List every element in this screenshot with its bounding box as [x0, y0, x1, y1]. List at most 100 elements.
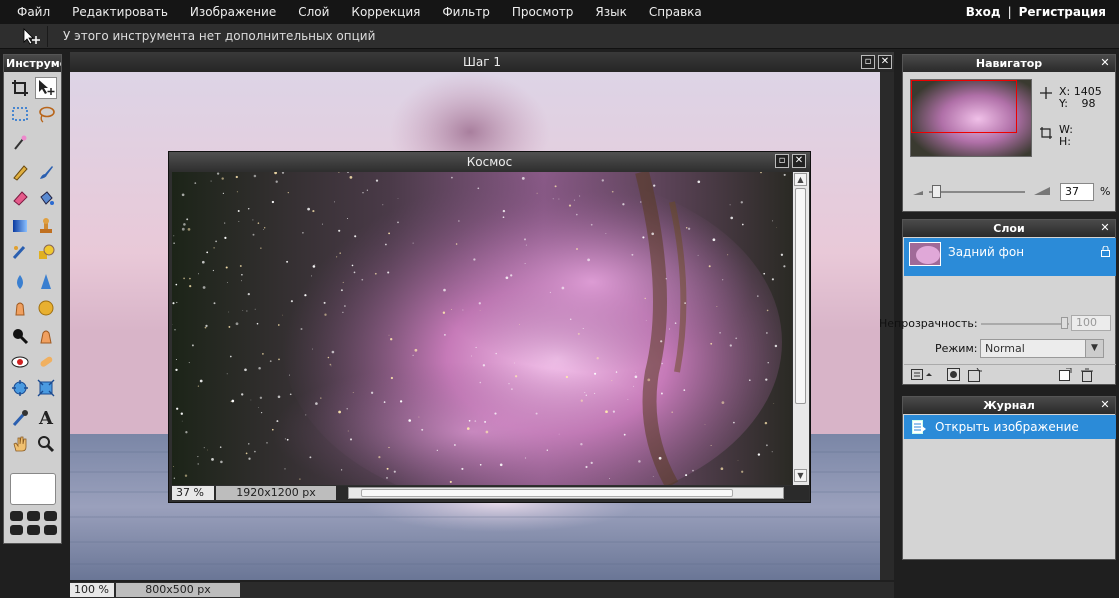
login-link[interactable]: Вход [966, 5, 1001, 19]
scroll-thumb[interactable] [795, 188, 806, 404]
y-value: 98 [1081, 97, 1096, 110]
lasso-tool-icon[interactable] [35, 103, 57, 125]
burn-tool-icon[interactable] [35, 325, 57, 347]
inner-size: 1920x1200 px [216, 486, 336, 500]
register-link[interactable]: Регистрация [1019, 5, 1106, 19]
inner-horizontal-scrollbar[interactable] [348, 487, 784, 499]
close-icon[interactable]: ✕ [792, 154, 806, 168]
palette-pad[interactable] [27, 525, 40, 535]
palette-pad[interactable] [44, 511, 57, 521]
layer-mask-icon[interactable] [947, 368, 961, 382]
menu-view[interactable]: Просмотр [501, 0, 585, 24]
tools-panel: Инструменты A [3, 54, 62, 544]
menu-adjustment[interactable]: Коррекция [340, 0, 431, 24]
maximize-icon[interactable]: ▫ [861, 55, 875, 69]
sharpen-tool-icon[interactable] [35, 271, 57, 293]
close-icon[interactable]: ✕ [1099, 399, 1111, 411]
layer-row[interactable]: Задний фон [904, 238, 1116, 276]
document-title: Шаг 1 [463, 55, 501, 69]
document-zoom[interactable]: 100 % [70, 583, 114, 597]
blur-tool-icon[interactable] [9, 271, 31, 293]
scroll-down-icon[interactable]: ▼ [794, 469, 807, 482]
zoom-tool-icon[interactable] [35, 433, 57, 455]
dodge-tool-icon[interactable] [9, 325, 31, 347]
color-swatch[interactable] [10, 473, 56, 505]
delete-layer-icon[interactable] [1080, 368, 1094, 382]
sponge-tool-icon[interactable] [35, 297, 57, 319]
horizontal-scroll-thumb[interactable] [361, 489, 733, 497]
menu-image[interactable]: Изображение [179, 0, 287, 24]
zoom-track[interactable] [929, 191, 1025, 193]
menu-layer[interactable]: Слой [287, 0, 340, 24]
move-tool-icon[interactable] [35, 77, 57, 99]
document-zoom-unit: % [98, 583, 109, 596]
color-replace-tool-icon[interactable] [9, 241, 31, 263]
scroll-up-icon[interactable]: ▲ [794, 173, 807, 186]
space-canvas[interactable] [172, 172, 792, 485]
layer-style-icon[interactable] [968, 368, 982, 382]
opacity-label: Непрозрачность: [879, 317, 978, 330]
type-tool-icon[interactable]: A [35, 407, 57, 429]
opacity-input[interactable]: 100 [1071, 315, 1111, 331]
options-bar: У этого инструмента нет дополнительных о… [0, 24, 1119, 49]
navigator-view-rect[interactable] [911, 80, 1017, 133]
stamp-tool-icon[interactable] [35, 215, 57, 237]
chevron-down-icon[interactable]: ▼ [1085, 340, 1103, 357]
navigator-zoom-input[interactable]: 37 [1060, 183, 1094, 201]
eraser-tool-icon[interactable] [9, 187, 31, 209]
blend-mode-value: Normal [985, 342, 1025, 355]
inner-zoom[interactable]: 37 % [172, 486, 214, 500]
options-text: У этого инструмента нет дополнительных о… [63, 29, 376, 43]
marquee-tool-icon[interactable] [9, 103, 31, 125]
zoom-in-icon[interactable] [1034, 186, 1050, 196]
spot-heal-tool-icon[interactable] [35, 351, 57, 373]
gradient-tool-icon[interactable] [9, 215, 31, 237]
layer-thumbnail [909, 242, 941, 266]
menu-filter[interactable]: Фильтр [431, 0, 500, 24]
red-eye-tool-icon[interactable] [9, 351, 31, 373]
zoom-out-icon[interactable] [913, 188, 923, 196]
hand-tool-icon[interactable] [9, 433, 31, 455]
menu-file[interactable]: Файл [0, 0, 61, 24]
history-panel: Журнал ✕ Открыть изображение [902, 396, 1116, 560]
color-picker-tool-icon[interactable] [9, 407, 31, 429]
pinch-tool-icon[interactable] [35, 377, 57, 399]
zoom-thumb[interactable] [932, 185, 941, 198]
smudge-tool-icon[interactable] [9, 297, 31, 319]
menu-edit[interactable]: Редактировать [61, 0, 179, 24]
layer-name[interactable]: Задний фон [948, 245, 1024, 259]
palette-pad[interactable] [44, 525, 57, 535]
layers-title: Слои [993, 222, 1025, 235]
pencil-tool-icon[interactable] [9, 161, 31, 183]
opacity-thumb[interactable] [1061, 317, 1068, 329]
brush-tool-icon[interactable] [35, 161, 57, 183]
menu-language[interactable]: Язык [584, 0, 637, 24]
history-item-label: Открыть изображение [935, 420, 1079, 434]
navigator-panel: Навигатор ✕ X: 1405 Y: 98 W: H: 37 % [902, 54, 1116, 212]
blend-mode-select[interactable]: Normal ▼ [980, 339, 1104, 358]
palette-pad[interactable] [10, 511, 23, 521]
document-size: 800x500 px [116, 583, 240, 597]
close-icon[interactable]: ✕ [1099, 57, 1111, 69]
tools-panel-title: Инструменты [4, 55, 61, 72]
menu-help[interactable]: Справка [638, 0, 713, 24]
layer-settings-icon[interactable] [911, 369, 933, 381]
new-layer-icon[interactable] [1058, 368, 1072, 382]
palette-pad[interactable] [10, 525, 23, 535]
opacity-track[interactable] [981, 323, 1069, 325]
bloat-tool-icon[interactable] [9, 377, 31, 399]
inner-title: Космос [466, 155, 513, 169]
navigator-thumbnail[interactable] [910, 79, 1032, 157]
auth-separator: | [1007, 5, 1012, 19]
close-icon[interactable]: ✕ [878, 55, 892, 69]
inner-vertical-scrollbar[interactable]: ▲ ▼ [793, 172, 809, 485]
history-item[interactable]: Открыть изображение [904, 415, 1116, 439]
palette-pad[interactable] [27, 511, 40, 521]
bucket-tool-icon[interactable] [35, 187, 57, 209]
shapes-tool-icon[interactable] [35, 241, 57, 263]
inner-title-bar[interactable]: Космос ▫ ✕ [169, 152, 810, 172]
magic-wand-tool-icon[interactable] [9, 131, 31, 153]
crop-tool-icon[interactable] [9, 77, 31, 99]
close-icon[interactable]: ✕ [1099, 222, 1111, 234]
maximize-icon[interactable]: ▫ [775, 154, 789, 168]
